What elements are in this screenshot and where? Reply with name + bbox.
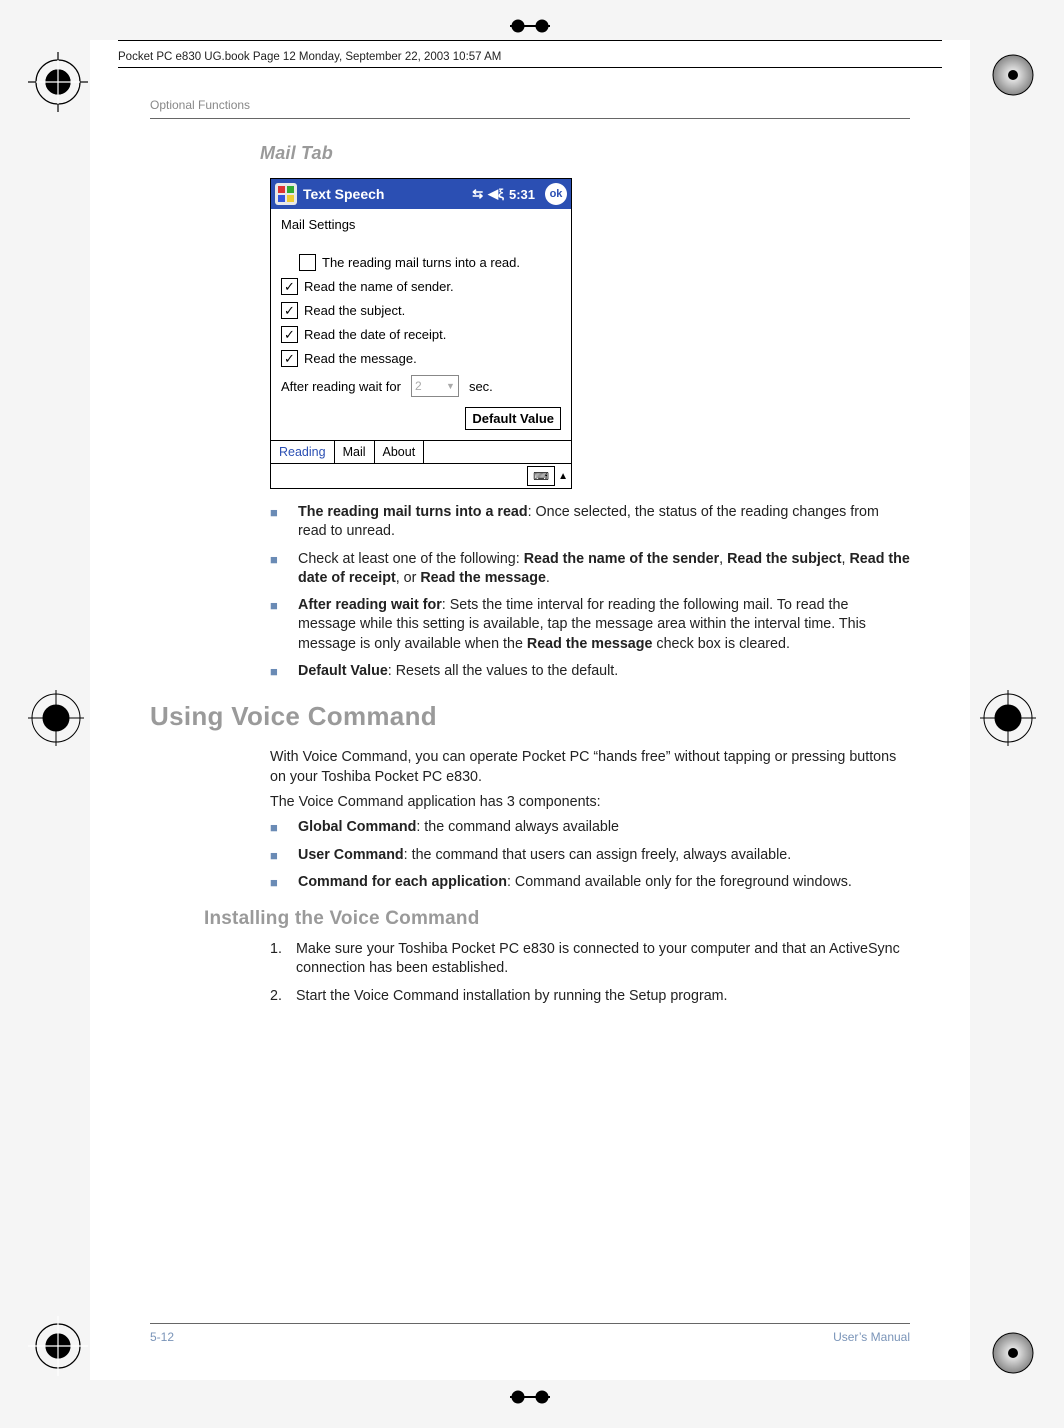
checkbox[interactable] xyxy=(299,254,316,271)
checkbox[interactable]: ✓ xyxy=(281,278,298,295)
mail-bullet-list: The reading mail turns into a read: Once… xyxy=(270,503,910,681)
bullet-item: Command for each application: Command av… xyxy=(270,873,910,892)
tray: ⇆ ◀ξ 5:31 ok xyxy=(472,183,567,205)
checkbox-row: ✓ Read the name of sender. xyxy=(281,278,561,295)
wait-value: 2 xyxy=(415,379,422,393)
checkbox[interactable]: ✓ xyxy=(281,302,298,319)
clock: 5:31 xyxy=(509,187,535,202)
sip-bar: ⌨ ▲ xyxy=(271,463,571,488)
checkbox-label: The reading mail turns into a read. xyxy=(322,255,520,270)
wait-row: After reading wait for 2 ▼ sec. xyxy=(281,375,561,397)
sip-arrow-icon[interactable]: ▲ xyxy=(558,471,568,482)
keyboard-icon[interactable]: ⌨ xyxy=(527,466,555,486)
checkbox-label: Read the date of receipt. xyxy=(304,327,446,342)
page: Pocket PC e830 UG.book Page 12 Monday, S… xyxy=(90,40,970,1380)
checkbox[interactable]: ✓ xyxy=(281,350,298,367)
crop-mark-bl xyxy=(28,1316,88,1376)
voice-p1: With Voice Command, you can operate Pock… xyxy=(270,748,910,787)
tab-mail[interactable]: Mail xyxy=(335,441,375,463)
crop-mark-top xyxy=(510,18,550,39)
footer: 5-12 User’s Manual xyxy=(150,1323,910,1344)
checkbox-label: Read the name of sender. xyxy=(304,279,454,294)
install-steps: Make sure your Toshiba Pocket PC e830 is… xyxy=(270,940,910,1006)
bullet-item: After reading wait for: Sets the time in… xyxy=(270,596,910,654)
mail-tab-heading: Mail Tab xyxy=(260,143,910,164)
checkbox-row: ✓ Read the message. xyxy=(281,350,561,367)
bullet-item: Global Command: the command always avail… xyxy=(270,818,910,837)
crop-mark-left xyxy=(28,690,84,751)
step-item: Make sure your Toshiba Pocket PC e830 is… xyxy=(270,940,910,979)
checkbox-row: ✓ Read the subject. xyxy=(281,302,561,319)
wait-label: After reading wait for xyxy=(281,379,401,394)
checkbox-label: Read the message. xyxy=(304,351,417,366)
tab-strip: ReadingMailAbout xyxy=(271,440,571,463)
step-item: Start the Voice Command installation by … xyxy=(270,987,910,1006)
tab-about[interactable]: About xyxy=(375,441,425,463)
bullet-item: The reading mail turns into a read: Once… xyxy=(270,503,910,542)
connectivity-icon[interactable]: ⇆ xyxy=(472,186,483,202)
wait-select[interactable]: 2 ▼ xyxy=(411,375,459,397)
running-head: Optional Functions xyxy=(150,98,910,112)
divider xyxy=(150,118,910,119)
install-heading: Installing the Voice Command xyxy=(204,908,910,930)
page-number: 5-12 xyxy=(150,1330,174,1344)
crop-mark-tr xyxy=(990,52,1036,98)
chevron-down-icon: ▼ xyxy=(446,381,455,391)
screenshot-body: Mail Settings The reading mail turns int… xyxy=(271,209,571,440)
bullet-item: User Command: the command that users can… xyxy=(270,846,910,865)
titlebar: Text Speech ⇆ ◀ξ 5:31 ok xyxy=(271,179,571,209)
print-header-text: Pocket PC e830 UG.book Page 12 Monday, S… xyxy=(118,51,501,63)
bullet-item: Check at least one of the following: Rea… xyxy=(270,550,910,589)
crop-mark-bottom xyxy=(510,1389,550,1410)
crop-mark-br xyxy=(990,1330,1036,1376)
app-title: Text Speech xyxy=(303,186,472,202)
checkbox-label: Read the subject. xyxy=(304,303,405,318)
checkbox-row: ✓ Read the date of receipt. xyxy=(281,326,561,343)
wait-unit: sec. xyxy=(469,379,493,394)
checkbox[interactable]: ✓ xyxy=(281,326,298,343)
speaker-icon[interactable]: ◀ξ xyxy=(488,186,504,202)
start-flag-icon[interactable] xyxy=(275,183,297,205)
ok-button[interactable]: ok xyxy=(545,183,567,205)
mail-settings-label: Mail Settings xyxy=(281,217,561,232)
manual-title: User’s Manual xyxy=(833,1330,910,1344)
default-value-button[interactable]: Default Value xyxy=(465,407,561,430)
tab-reading[interactable]: Reading xyxy=(271,441,335,463)
mail-settings-screenshot: Text Speech ⇆ ◀ξ 5:31 ok Mail Settings T… xyxy=(270,178,572,489)
checkbox-row: The reading mail turns into a read. xyxy=(299,254,561,271)
voice-p2: The Voice Command application has 3 comp… xyxy=(270,793,910,812)
print-header: Pocket PC e830 UG.book Page 12 Monday, S… xyxy=(118,40,942,68)
voice-bullet-list: Global Command: the command always avail… xyxy=(270,818,910,892)
voice-command-heading: Using Voice Command xyxy=(150,701,910,732)
crop-mark-tl xyxy=(28,52,88,112)
bullet-item: Default Value: Resets all the values to … xyxy=(270,662,910,681)
crop-mark-right xyxy=(980,690,1036,751)
